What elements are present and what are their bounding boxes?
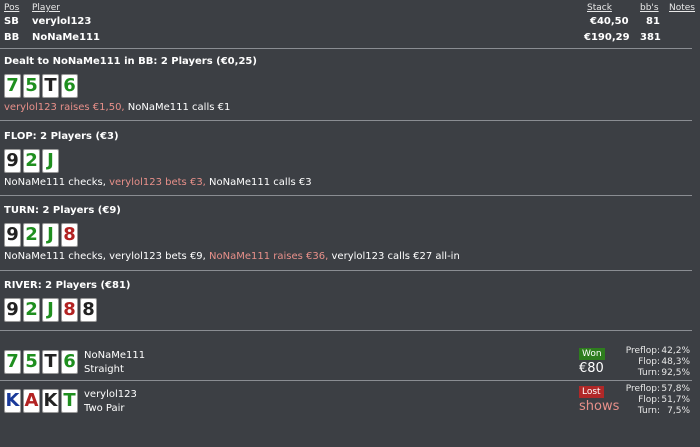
- card: 2: [23, 223, 40, 247]
- won-amount: €80: [579, 361, 604, 376]
- card: 9: [4, 223, 21, 247]
- card: K: [42, 389, 59, 413]
- player-pos: SB: [4, 16, 19, 27]
- lost-badge: Lost: [579, 386, 604, 398]
- action-call: NoNaMe111 calls €1: [124, 102, 231, 113]
- equity-value: 92,5%: [661, 368, 690, 378]
- player-stack: €190,29: [584, 32, 630, 43]
- action-call: verylol123 calls €27 all-in: [328, 251, 460, 262]
- card: 5: [23, 350, 40, 374]
- showdown-hand-rank: Straight: [84, 364, 124, 375]
- equity-value: 51,7%: [661, 395, 690, 405]
- player-name[interactable]: verylol123: [32, 16, 91, 27]
- preflop-actions: verylol123 raises €1,50, NoNaMe111 calls…: [4, 102, 230, 113]
- player-pos: BB: [4, 32, 20, 43]
- action-call: NoNaMe111 calls €3: [205, 177, 312, 188]
- card: T: [42, 74, 59, 98]
- equity-value: 48,3%: [661, 357, 690, 367]
- player-bbs: 81: [646, 16, 660, 27]
- card: K: [4, 389, 21, 413]
- card: 5: [23, 74, 40, 98]
- showdown-hand-rank: Two Pair: [84, 403, 125, 414]
- street-title-river: RIVER: 2 Players (€81): [4, 280, 131, 291]
- street-title-turn: TURN: 2 Players (€9): [4, 205, 121, 216]
- card: 6: [61, 74, 78, 98]
- turn-cards: 92J8: [4, 223, 80, 247]
- card: 2: [23, 298, 40, 322]
- showdown-player-name[interactable]: NoNaMe111: [84, 350, 145, 361]
- showdown-cards: 75T6: [4, 350, 80, 374]
- divider: [0, 380, 692, 381]
- card: 7: [4, 74, 21, 98]
- street-title-flop: FLOP: 2 Players (€3): [4, 131, 119, 142]
- equity-value: 7,5%: [667, 406, 690, 416]
- header-bbs[interactable]: bb's: [640, 3, 659, 13]
- card: J: [42, 298, 59, 322]
- header-pos[interactable]: Pos: [4, 3, 19, 13]
- divider: [0, 270, 692, 271]
- divider: [0, 48, 692, 49]
- equity-value: 57,8%: [661, 384, 690, 394]
- player-bbs: 381: [640, 32, 661, 43]
- card: A: [23, 389, 40, 413]
- showdown-cards: KAKT: [4, 389, 80, 413]
- header-stack[interactable]: Stack: [587, 3, 612, 13]
- header-player[interactable]: Player: [32, 3, 60, 13]
- card: J: [42, 149, 59, 173]
- player-stack: €40,50: [590, 16, 629, 27]
- card: 6: [61, 350, 78, 374]
- river-cards: 92J88: [4, 298, 99, 322]
- showdown-player-name[interactable]: verylol123: [84, 389, 137, 400]
- card: 9: [4, 298, 21, 322]
- card: 7: [4, 350, 21, 374]
- action-bet: verylol123 bets €3,: [105, 177, 206, 188]
- card: 2: [23, 149, 40, 173]
- action-raise: verylol123 raises €1,50,: [4, 102, 125, 113]
- flop-cards: 92J: [4, 149, 61, 173]
- hole-cards: 75T6: [4, 74, 80, 98]
- action-raise: NoNaMe111 raises €36,: [205, 251, 329, 262]
- card: T: [61, 389, 78, 413]
- flop-actions: NoNaMe111 checks, verylol123 bets €3, No…: [4, 177, 312, 188]
- card: 8: [61, 223, 78, 247]
- action-bet: NoNaMe111 checks, verylol123 bets €9,: [4, 251, 206, 262]
- card: 8: [80, 298, 97, 322]
- won-badge: Won: [579, 348, 605, 360]
- card: T: [42, 350, 59, 374]
- turn-actions: NoNaMe111 checks, verylol123 bets €9, No…: [4, 251, 460, 262]
- equity-value: 42,2%: [661, 346, 690, 356]
- street-title-preflop: Dealt to NoNaMe111 in BB: 2 Players (€0,…: [4, 56, 257, 67]
- divider: [0, 330, 692, 331]
- action-check: NoNaMe111 checks,: [4, 177, 106, 188]
- header-notes[interactable]: Notes: [669, 3, 695, 13]
- card: 9: [4, 149, 21, 173]
- divider: [0, 195, 692, 196]
- card: J: [42, 223, 59, 247]
- player-name[interactable]: NoNaMe111: [32, 32, 100, 43]
- divider: [0, 120, 692, 121]
- card: 8: [61, 298, 78, 322]
